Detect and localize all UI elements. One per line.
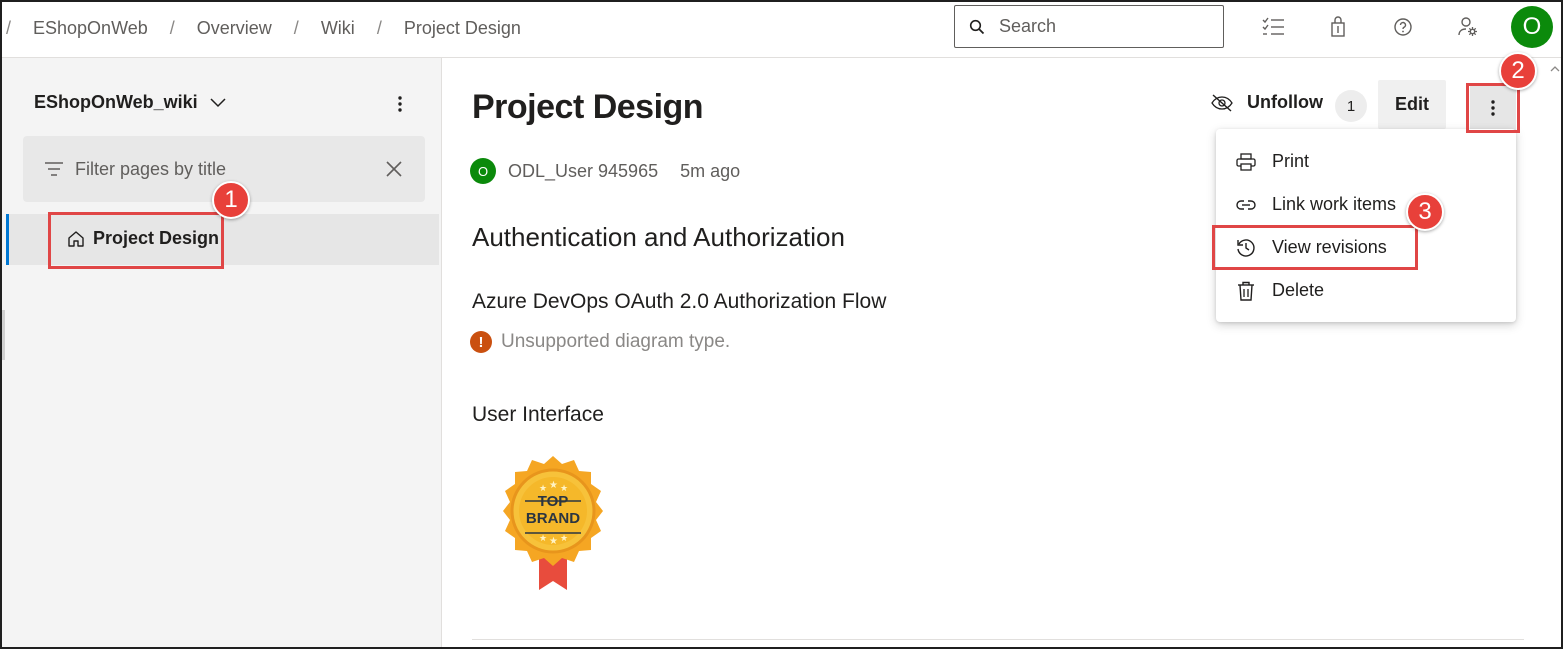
highlight-project-design-page (48, 212, 224, 269)
svg-text:★: ★ (560, 534, 568, 544)
breadcrumb-separator: / (6, 17, 12, 38)
highlight-more-options (1466, 83, 1520, 133)
eye-off-icon (1211, 93, 1233, 112)
user-avatar[interactable]: O (1511, 6, 1553, 48)
scroll-up-arrow-icon[interactable] (1550, 64, 1560, 74)
content-divider (472, 639, 1524, 640)
filter-icon (45, 162, 63, 176)
breadcrumb-overview[interactable]: Overview (197, 18, 272, 39)
follower-count-badge: 1 (1335, 90, 1367, 122)
chevron-down-icon (210, 97, 226, 107)
unfollow-button[interactable]: Unfollow (1211, 92, 1323, 113)
annotation-marker-3: 3 (1406, 193, 1444, 231)
breadcrumb: / EShopOnWeb / Overview / Wiki / Project… (2, 2, 521, 54)
menu-item-label: Link work items (1272, 194, 1397, 214)
wiki-more-options-button[interactable] (390, 92, 410, 116)
badge-text-top: TOP (537, 493, 569, 510)
annotation-marker-1: 1 (212, 181, 250, 219)
edit-button[interactable]: Edit (1378, 80, 1446, 129)
shopping-bag-icon[interactable] (1325, 14, 1351, 40)
print-icon (1236, 152, 1256, 172)
menu-item-label: Delete (1272, 280, 1325, 300)
menu-item-link-work-items[interactable]: Link work items (1216, 183, 1516, 226)
menu-item-print[interactable]: Print (1216, 140, 1516, 183)
page-meta: O ODL_User 945965 5m ago (470, 158, 740, 184)
author-avatar: O (470, 158, 496, 184)
heading-authentication: Authentication and Authorization (472, 222, 845, 252)
badge-text-brand: BRAND (525, 510, 581, 527)
menu-item-label: Print (1272, 151, 1310, 171)
more-vertical-icon (398, 96, 402, 112)
top-bar: / EShopOnWeb / Overview / Wiki / Project… (2, 2, 1561, 58)
breadcrumb-separator: / (293, 17, 299, 38)
highlight-view-revisions (1212, 225, 1418, 270)
breadcrumb-page[interactable]: Project Design (404, 18, 521, 39)
breadcrumb-separator: / (376, 17, 382, 38)
svg-text:★: ★ (539, 534, 547, 544)
top-brand-badge-image: ★ ★ ★ ★ ★ ★ TOP BRAND (495, 453, 611, 593)
wiki-sidebar: EShopOnWeb_wiki Project Design (2, 58, 442, 647)
wiki-name: EShopOnWeb_wiki (34, 92, 198, 112)
page-title: Project Design (472, 88, 704, 126)
heading-oauth-flow: Azure DevOps OAuth 2.0 Authorization Flo… (472, 290, 887, 313)
last-edited-time: 5m ago (680, 160, 741, 181)
annotation-marker-2: 2 (1499, 52, 1537, 90)
trash-icon (1236, 281, 1256, 301)
link-icon (1236, 195, 1256, 215)
user-settings-icon[interactable] (1455, 14, 1481, 40)
heading-user-interface: User Interface (472, 403, 604, 426)
sidebar-resize-handle[interactable] (2, 310, 5, 360)
author-name[interactable]: ODL_User 945965 (508, 161, 658, 182)
app-window: / EShopOnWeb / Overview / Wiki / Project… (0, 0, 1563, 649)
unsupported-diagram-text: Unsupported diagram type. (501, 331, 731, 352)
breadcrumb-separator: / (169, 17, 175, 38)
unsupported-diagram-message: ! Unsupported diagram type. (470, 331, 730, 353)
task-list-icon[interactable] (1260, 14, 1286, 40)
search-box[interactable] (954, 5, 1224, 48)
menu-item-delete[interactable]: Delete (1216, 269, 1516, 312)
svg-text:★: ★ (549, 480, 558, 491)
search-input[interactable] (999, 16, 1199, 37)
breadcrumb-wiki[interactable]: Wiki (321, 18, 355, 39)
svg-text:★: ★ (549, 536, 558, 547)
help-icon[interactable] (1390, 14, 1416, 40)
clear-filter-icon[interactable] (385, 160, 403, 178)
breadcrumb-project[interactable]: EShopOnWeb (33, 18, 148, 39)
warning-icon: ! (470, 331, 492, 353)
filter-pages-input[interactable] (75, 158, 365, 180)
wiki-selector[interactable]: EShopOnWeb_wiki (34, 92, 226, 113)
search-icon (969, 19, 985, 34)
unfollow-label: Unfollow (1247, 92, 1323, 112)
